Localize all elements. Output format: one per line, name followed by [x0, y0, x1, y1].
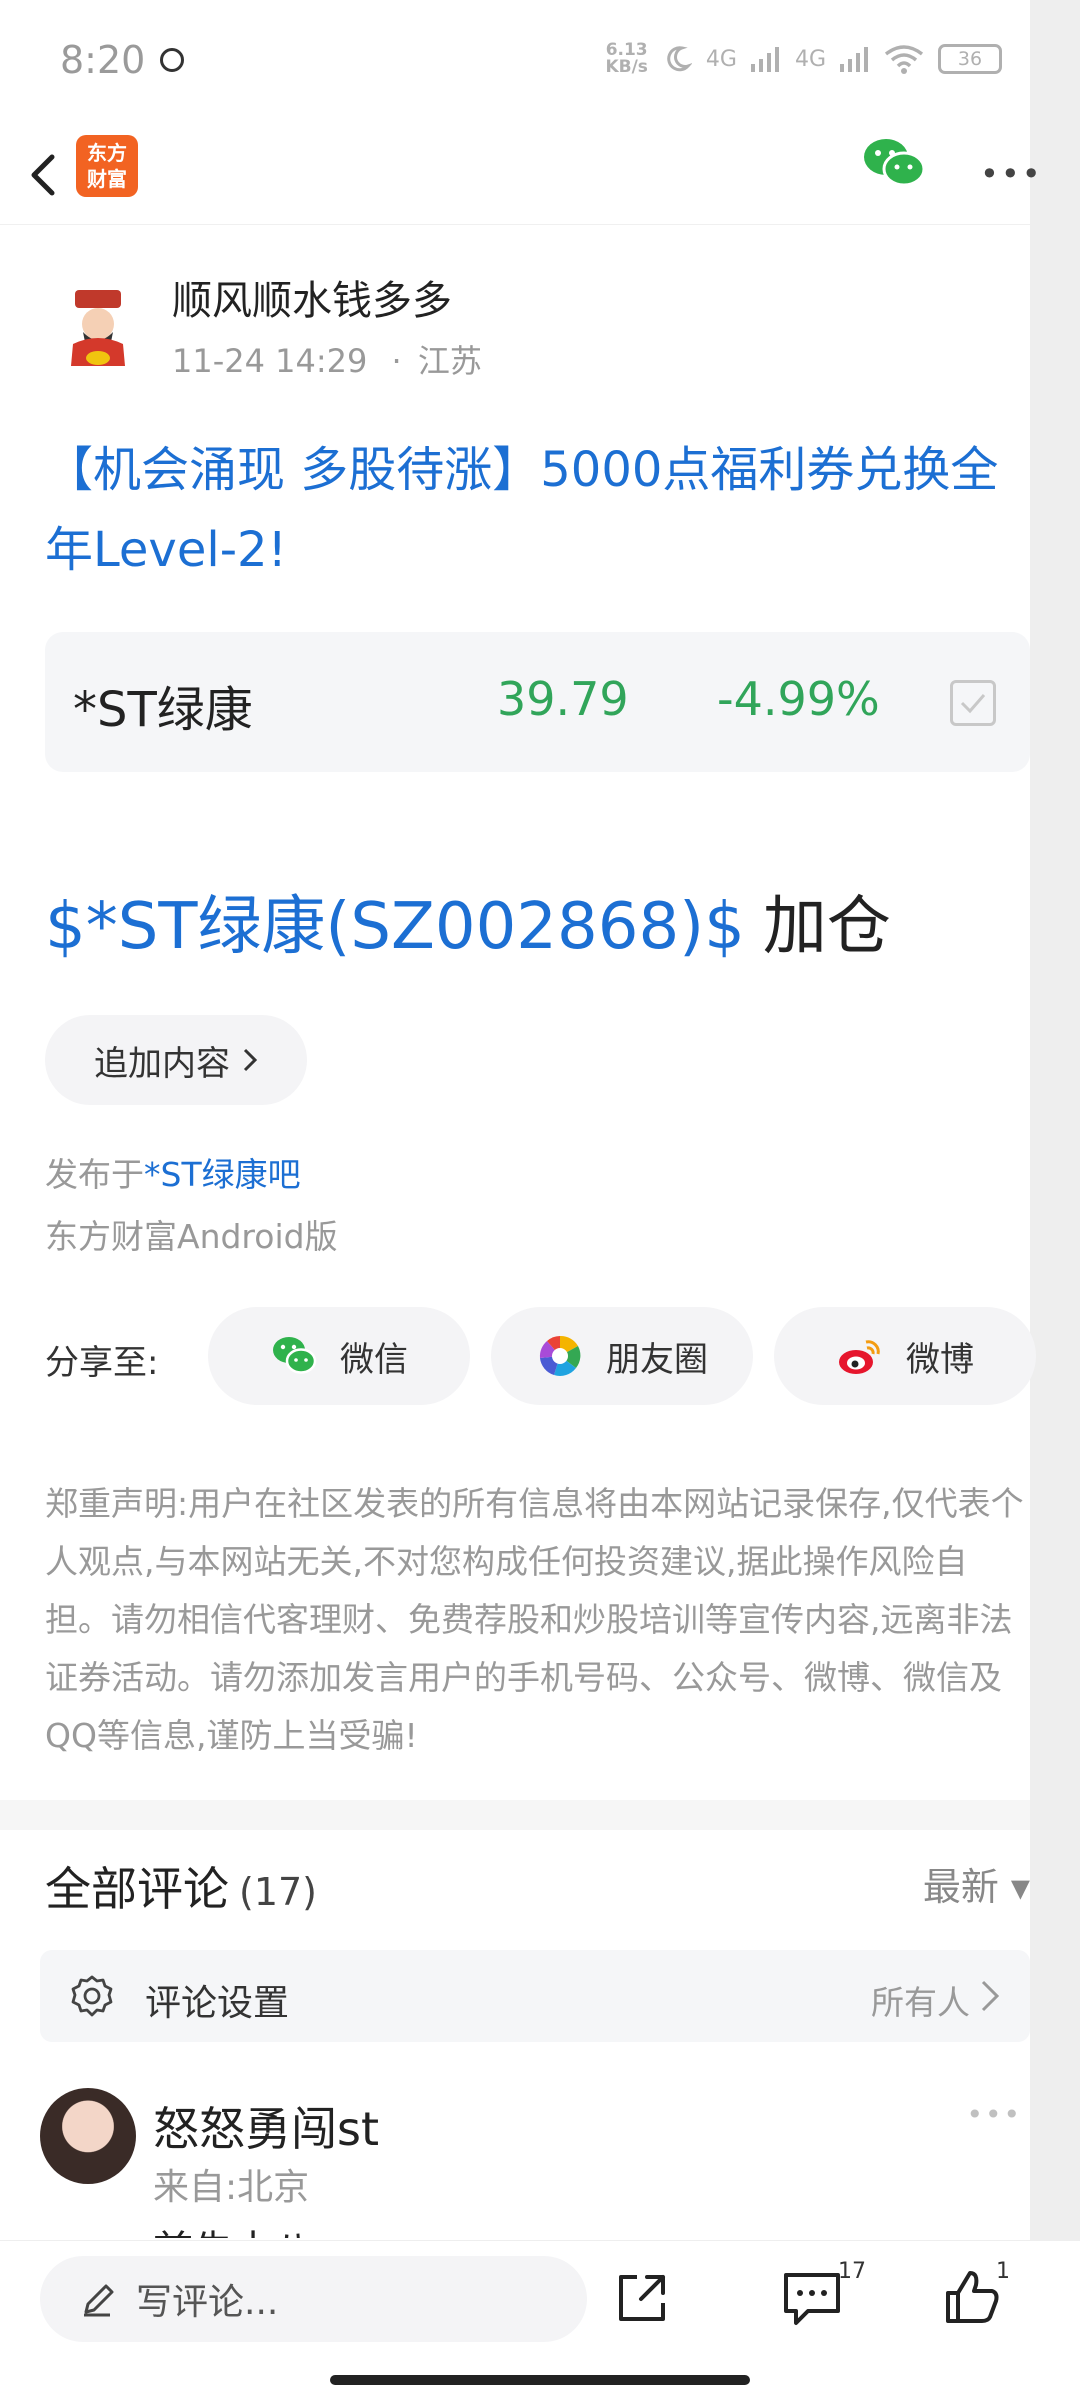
comment-more-icon[interactable]: ••• — [966, 2098, 1022, 2131]
client-info: 东方财富Android版 — [45, 1217, 338, 1256]
share-weibo-button[interactable]: 微博 — [774, 1307, 1036, 1405]
disclaimer: 郑重声明:用户在社区发表的所有信息将由本网站记录保存,仅代表个人观点,与本网站无… — [45, 1484, 1024, 1755]
comment-text: 首先十八 — [153, 2218, 313, 2238]
add-watchlist-checkbox[interactable] — [950, 680, 996, 726]
moments-icon — [539, 1335, 581, 1376]
battery-icon: 36 — [938, 44, 1002, 74]
scrollbar[interactable] — [1030, 0, 1080, 2350]
share-wechat-button[interactable]: 微信 — [208, 1307, 470, 1405]
network-type-2: 4G — [794, 46, 826, 72]
sort-dropdown[interactable]: 最新 ▾ — [923, 1856, 1030, 1911]
stock-link[interactable]: $*ST绿康(SZ002868)$ — [45, 890, 745, 964]
share-moments-button[interactable]: 朋友圈 — [491, 1307, 753, 1405]
check-icon — [960, 694, 986, 714]
meta-separator: · — [391, 342, 402, 380]
thumbs-up-icon[interactable] — [942, 2267, 1002, 2327]
comment-settings-label: 评论设置 — [145, 1983, 290, 2024]
wechat-icon — [273, 1337, 317, 1374]
comment-count-badge: 17 — [838, 2259, 866, 2284]
like-count-badge: 1 — [996, 2259, 1010, 2284]
home-indicator[interactable] — [330, 2375, 750, 2385]
comment-settings-row[interactable]: 评论设置 所有人 — [40, 1950, 1030, 2042]
post-location: 江苏 — [417, 342, 482, 380]
write-comment-placeholder: 写评论... — [136, 2282, 279, 2323]
share-label: 分享至: — [45, 1343, 159, 1383]
commenter-location: 来自:北京 — [153, 2167, 310, 2208]
bottom-action-bar: 写评论... 17 1 — [0, 2240, 1080, 2360]
wechat-share-icon[interactable] — [862, 137, 926, 189]
stock-bar-link[interactable]: *ST绿康吧 — [144, 1155, 301, 1194]
stock-card[interactable]: *ST绿康 39.79 -4.99% — [45, 632, 1030, 772]
more-options-icon[interactable]: ••• — [980, 155, 1043, 193]
logo-line-1: 东方 — [87, 141, 127, 165]
share-moments-label: 朋友圈 — [606, 1339, 708, 1380]
comment-audience-value: 所有人 — [871, 1983, 970, 2022]
signal-icon — [840, 47, 868, 72]
weibo-icon — [839, 1340, 880, 1374]
share-weibo-label: 微博 — [906, 1339, 974, 1380]
status-time: 8:20 — [60, 38, 146, 82]
commenter-avatar[interactable] — [40, 2088, 136, 2184]
comment-bubble-icon[interactable] — [780, 2269, 844, 2327]
net-speed-unit: KB/s — [605, 57, 648, 77]
write-comment-input[interactable]: 写评论... — [40, 2256, 587, 2342]
comments-title: 全部评论 (17) — [45, 1853, 317, 1919]
stock-name: *ST绿康 — [73, 682, 253, 738]
append-content-label: 追加内容 — [94, 1043, 230, 1084]
comments-count: (17) — [239, 1870, 318, 1914]
wifi-icon — [884, 45, 924, 74]
network-type-1: 4G — [705, 46, 737, 72]
chevron-right-icon — [981, 1980, 1000, 2012]
pencil-icon — [84, 2284, 114, 2317]
status-bar: 8:20 6.13 KB/s 4G 4G 36 — [0, 0, 1030, 125]
post-meta: 11-24 14:29 · 江苏 — [172, 336, 482, 382]
stock-price: 39.79 — [497, 672, 629, 726]
append-content-button[interactable]: 追加内容 — [45, 1015, 307, 1105]
share-row: 分享至: 微信 朋友圈 微博 — [45, 1305, 1036, 1405]
gear-icon — [71, 1975, 113, 2017]
status-indicators: 6.13 KB/s 4G 4G 36 — [605, 42, 1002, 76]
published-prefix: 发布于 — [45, 1155, 144, 1194]
post-author: 顺风顺水钱多多 11-24 14:29 · 江苏 — [45, 268, 1005, 388]
section-divider — [0, 1800, 1030, 1830]
commenter-name[interactable]: 怒怒勇闯st — [153, 2093, 379, 2159]
share-icon[interactable] — [613, 2269, 671, 2327]
notification-face-icon — [160, 48, 184, 72]
author-name[interactable]: 顺风顺水钱多多 — [172, 268, 452, 326]
comments-title-text: 全部评论 — [45, 1862, 229, 1916]
nav-bar: 东方 财富 ••• — [0, 125, 1041, 225]
battery-level: 36 — [957, 48, 983, 70]
post-body-text: 加仓 — [762, 890, 891, 964]
eastmoney-logo[interactable]: 东方 财富 — [76, 135, 138, 197]
post-body: $*ST绿康(SZ002868)$ 加仓 — [45, 875, 891, 967]
author-avatar[interactable] — [53, 282, 143, 372]
post-title[interactable]: 【机会涌现 多股待涨】5000点福利券兑换全年Level-2! — [45, 430, 1030, 590]
net-speed: 6.13 KB/s — [605, 42, 647, 76]
comment-item[interactable]: 怒怒勇闯st 来自:北京 ••• 首先十八 — [40, 2088, 1030, 2238]
comments-header: 全部评论 (17) 最新 ▾ — [45, 1848, 1030, 1928]
back-arrow-icon[interactable] — [20, 135, 70, 215]
logo-line-2: 财富 — [87, 167, 127, 191]
publish-info: 发布于*ST绿康吧 — [45, 1148, 301, 1196]
share-wechat-label: 微信 — [340, 1339, 408, 1380]
signal-icon — [750, 47, 779, 72]
moon-icon — [667, 46, 692, 72]
post-date: 11-24 14:29 — [172, 342, 368, 380]
chevron-right-icon — [243, 1048, 258, 1072]
stock-change: -4.99% — [717, 672, 880, 726]
